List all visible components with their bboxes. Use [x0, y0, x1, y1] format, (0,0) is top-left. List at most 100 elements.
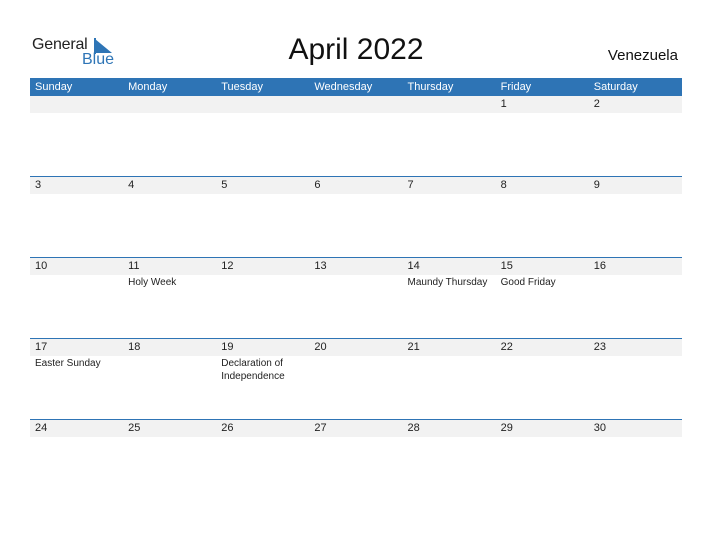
day-cell: 1 — [495, 96, 589, 177]
holiday-label — [216, 113, 309, 114]
day-cell: 5 — [216, 177, 310, 258]
day-number: 17 — [30, 339, 124, 356]
weekday-sunday: Sunday — [35, 81, 73, 93]
day-cell: 26 — [216, 420, 310, 501]
weekday-friday: Friday — [500, 81, 532, 93]
holiday-label — [589, 113, 682, 114]
day-number: 21 — [402, 339, 496, 356]
holiday-label — [403, 356, 496, 357]
holiday-label — [123, 356, 216, 357]
day-number: 28 — [402, 420, 496, 437]
day-cell — [30, 96, 124, 177]
day-cell: 25 — [123, 420, 217, 501]
weekday-tuesday: Tuesday — [221, 81, 264, 93]
day-cell: 22 — [495, 339, 589, 420]
day-number: 18 — [123, 339, 217, 356]
holiday-label — [589, 275, 682, 276]
holiday-label — [309, 437, 402, 438]
day-cell: 28 — [402, 420, 496, 501]
holiday-label: Holy Week — [128, 277, 177, 288]
day-number: 20 — [309, 339, 403, 356]
day-cell: 19 Declaration of Independence — [216, 339, 310, 420]
holiday-label: Declaration of Independence — [221, 358, 285, 382]
day-number: 24 — [30, 420, 124, 437]
holiday-label — [309, 356, 402, 357]
weekday-header: Sunday Monday Tuesday Wednesday Thursday… — [30, 78, 682, 96]
holiday-label: Maundy Thursday — [407, 277, 488, 288]
day-cell: 9 — [588, 177, 682, 258]
holiday-label — [403, 437, 496, 438]
day-number: 8 — [495, 177, 589, 194]
holiday-label — [496, 113, 589, 114]
day-cell: 17 Easter Sunday — [30, 339, 124, 420]
country-label: Venezuela — [607, 47, 678, 64]
week-row: 24 25 26 27 28 29 30 — [30, 419, 682, 501]
holiday-label: Good Friday — [500, 277, 556, 288]
holiday-label — [309, 194, 402, 195]
day-number: 13 — [309, 258, 403, 275]
day-number: 10 — [30, 258, 124, 275]
holiday-label — [216, 275, 309, 276]
holiday-label — [123, 194, 216, 195]
day-cell — [402, 96, 496, 177]
day-cell: 15 Good Friday — [495, 258, 589, 339]
day-number: 29 — [495, 420, 589, 437]
day-cell — [216, 96, 310, 177]
day-number: 16 — [588, 258, 682, 275]
day-cell: 2 — [588, 96, 682, 177]
holiday-label — [403, 194, 496, 195]
day-cell: 23 — [588, 339, 682, 420]
holiday-label — [496, 194, 589, 195]
day-cell — [309, 96, 403, 177]
day-cell: 6 — [309, 177, 403, 258]
day-cell: 29 — [495, 420, 589, 501]
day-number: 9 — [588, 177, 682, 194]
week-row: 10 11 Holy Week 12 13 14 Maundy Thursday 15 Good… — [30, 257, 682, 339]
day-number: 19 — [216, 339, 310, 356]
holiday-label — [30, 275, 123, 276]
holiday-label — [30, 194, 123, 195]
day-cell: 11 Holy Week — [123, 258, 217, 339]
holiday-label — [496, 437, 589, 438]
day-number: 5 — [216, 177, 310, 194]
day-number: 12 — [216, 258, 310, 275]
day-number — [123, 96, 217, 113]
day-cell: 18 — [123, 339, 217, 420]
day-cell: 27 — [309, 420, 403, 501]
weekday-monday: Monday — [128, 81, 168, 93]
day-number: 3 — [30, 177, 124, 194]
day-number — [309, 96, 403, 113]
day-cell: 3 — [30, 177, 124, 258]
day-cell: 10 — [30, 258, 124, 339]
holiday-label — [216, 194, 309, 195]
weekday-wednesday: Wednesday — [314, 81, 373, 93]
holiday-label — [30, 437, 123, 438]
holiday-label — [589, 194, 682, 195]
day-number: 26 — [216, 420, 310, 437]
day-cell: 13 — [309, 258, 403, 339]
day-cell: 14 Maundy Thursday — [402, 258, 496, 339]
day-cell: 30 — [588, 420, 682, 501]
week-row: 3456789 — [30, 176, 682, 258]
day-number: 30 — [588, 420, 682, 437]
day-cell: 12 — [216, 258, 310, 339]
day-number: 25 — [123, 420, 217, 437]
day-number: 4 — [123, 177, 217, 194]
day-cell: 21 — [402, 339, 496, 420]
day-number: 11 — [123, 258, 217, 275]
day-cell: 24 — [30, 420, 124, 501]
day-number: 6 — [309, 177, 403, 194]
day-cell: 16 — [588, 258, 682, 339]
week-row: 12 — [30, 96, 682, 177]
day-cell: 7 — [402, 177, 496, 258]
holiday-label — [123, 113, 216, 114]
day-number: 15 — [495, 258, 589, 275]
holiday-label — [123, 437, 216, 438]
holiday-label — [216, 437, 309, 438]
weekday-thursday: Thursday — [407, 81, 454, 93]
day-cell: 4 — [123, 177, 217, 258]
holiday-label — [309, 113, 402, 114]
holiday-label — [309, 275, 402, 276]
weekday-saturday: Saturday — [593, 81, 638, 93]
day-number: 1 — [495, 96, 589, 113]
